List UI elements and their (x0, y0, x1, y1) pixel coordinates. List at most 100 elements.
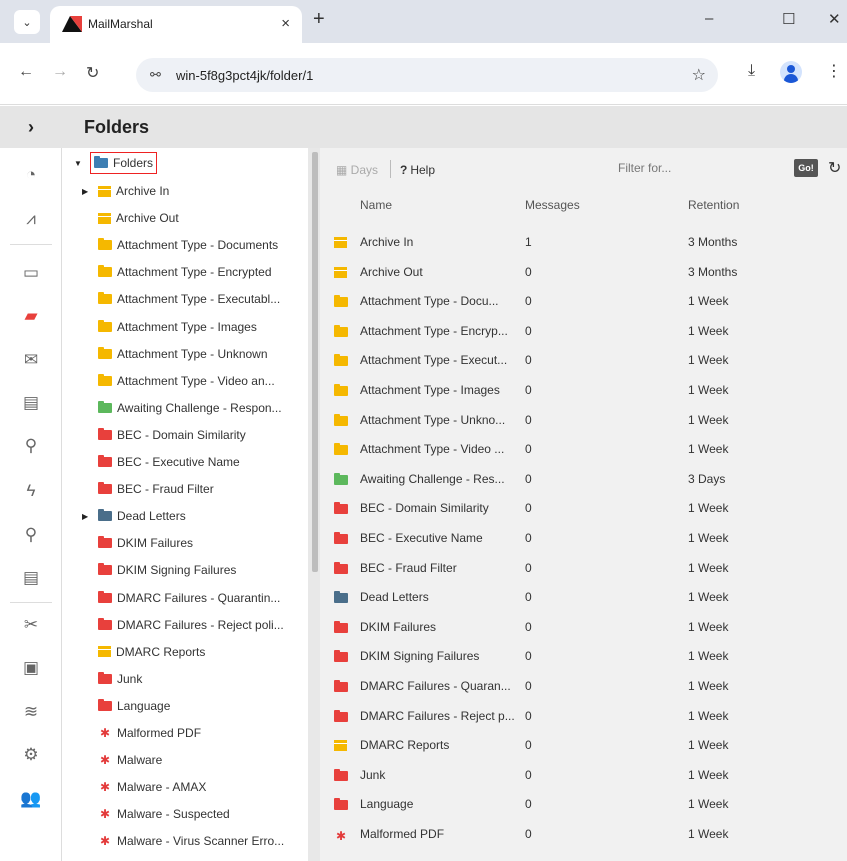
profile-avatar-icon[interactable] (780, 61, 802, 83)
table-row[interactable]: Awaiting Challenge - Res... 0 3 Days (320, 464, 847, 493)
table-row[interactable]: BEC - Executive Name 0 1 Week (320, 523, 847, 552)
browser-menu-icon[interactable]: ⋮ (826, 61, 842, 81)
tree-item[interactable]: Awaiting Challenge - Respon... (82, 395, 282, 421)
tree-expand-toggle-icon[interactable]: ▼ (74, 159, 86, 168)
document-icon[interactable]: ▤ (0, 388, 62, 418)
tree-item[interactable]: BEC - Domain Similarity (82, 422, 246, 448)
tree-item[interactable]: ✱ Malformed PDF (82, 720, 201, 746)
folders-icon[interactable]: ▰ (0, 301, 62, 331)
layers-icon[interactable]: ≋ (0, 697, 62, 727)
cell-name: Archive In (360, 235, 414, 249)
tree-item[interactable]: Junk (82, 666, 142, 692)
table-row[interactable]: DMARC Failures - Quaran... 0 1 Week (320, 671, 847, 700)
drive-icon[interactable]: ▭ (0, 258, 62, 288)
table-row[interactable]: Junk 0 1 Week (320, 760, 847, 789)
tree-item[interactable]: DKIM Failures (82, 530, 193, 556)
table-row[interactable]: Attachment Type - Encryp... 0 1 Week (320, 316, 847, 345)
tree-item[interactable]: DMARC Reports (82, 639, 205, 665)
table-row[interactable]: Attachment Type - Execut... 0 1 Week (320, 345, 847, 374)
table-row[interactable]: DKIM Failures 0 1 Week (320, 612, 847, 641)
maximize-button[interactable]: ☐ (782, 10, 795, 28)
tools-icon[interactable]: ✂ (0, 610, 62, 640)
tree-item[interactable]: DKIM Signing Failures (82, 557, 236, 583)
browser-tab[interactable]: MailMarshal × (50, 6, 302, 43)
table-row[interactable]: Language 0 1 Week (320, 789, 847, 818)
briefcase-icon[interactable]: ▣ (0, 653, 62, 683)
tree-item[interactable]: Attachment Type - Video an... (82, 368, 275, 394)
tree-item[interactable]: Attachment Type - Documents (82, 232, 278, 258)
table-row[interactable]: Attachment Type - Unkno... 0 1 Week (320, 405, 847, 434)
close-window-button[interactable]: ✕ (828, 10, 841, 28)
cell-messages: 0 (525, 264, 532, 279)
tree-root-selected[interactable]: Folders (90, 152, 158, 174)
tree-root-folders[interactable]: ▼ Folders (74, 150, 158, 176)
column-header-messages[interactable]: Messages (525, 198, 580, 212)
new-tab-button[interactable]: + (313, 8, 325, 31)
tree-item[interactable]: ✱ Malware - Suspected (82, 801, 230, 827)
column-header-retention[interactable]: Retention (688, 198, 739, 212)
tree-item[interactable]: ✱ Malware - Virus Scanner Erro... (82, 828, 284, 854)
table-row[interactable]: Attachment Type - Video ... 0 1 Week (320, 434, 847, 463)
lightning-icon[interactable]: ϟ (0, 476, 62, 506)
folder-icon (98, 455, 112, 467)
gears-icon[interactable]: ⚙ (0, 740, 62, 770)
table-row[interactable]: Attachment Type - Images 0 1 Week (320, 375, 847, 404)
days-button[interactable]: ▦ Days (336, 163, 378, 177)
document-icon-2[interactable]: ▤ (0, 563, 62, 593)
reports-chart-icon[interactable]: ⩘ (0, 204, 62, 234)
minimize-button[interactable]: – (705, 10, 713, 27)
table-row[interactable]: DMARC Reports 0 1 Week (320, 730, 847, 759)
tree-item-label: DMARC Reports (116, 644, 206, 659)
tree-item[interactable]: Attachment Type - Images (82, 314, 257, 340)
users-icon[interactable]: 👥 (0, 784, 62, 814)
tree-expand-toggle-icon[interactable]: ▶ (82, 512, 94, 521)
tree-item[interactable]: Attachment Type - Executabl... (82, 286, 280, 312)
tree-item[interactable]: Attachment Type - Unknown (82, 341, 268, 367)
search-icon-2[interactable]: ⚲ (0, 520, 62, 550)
sidebar-toggle-chevron-icon[interactable]: › (0, 106, 62, 148)
tree-item[interactable]: DMARC Failures - Quarantin... (82, 585, 280, 611)
panel-splitter[interactable] (308, 148, 320, 861)
bookmark-star-icon[interactable]: ☆ (692, 65, 706, 85)
help-button[interactable]: ? Help (400, 163, 435, 177)
tree-item[interactable]: BEC - Fraud Filter (82, 476, 214, 502)
address-bar[interactable]: ⚯ win-5f8g3pct4jk/folder/1 ☆ (136, 58, 718, 92)
forward-icon[interactable]: → (52, 63, 68, 81)
tree-scrollbar-thumb[interactable] (312, 152, 318, 572)
table-row[interactable]: BEC - Domain Similarity 0 1 Week (320, 493, 847, 522)
tree-item[interactable]: BEC - Executive Name (82, 449, 240, 475)
table-row[interactable]: Archive In 1 3 Months (320, 227, 847, 256)
refresh-icon[interactable]: ↻ (828, 158, 841, 178)
url-text[interactable]: win-5f8g3pct4jk/folder/1 (176, 68, 313, 83)
tree-item[interactable]: Attachment Type - Encrypted (82, 259, 272, 285)
dashboard-icon[interactable]: ◔ (0, 160, 62, 190)
cell-retention: 1 Week (688, 383, 729, 397)
tree-item[interactable]: ▶ Dead Letters (82, 503, 186, 529)
tree-expand-toggle-icon[interactable]: ▶ (82, 187, 94, 196)
search-icon[interactable]: ⚲ (0, 431, 62, 461)
column-header-name[interactable]: Name (360, 198, 392, 212)
table-row[interactable]: DMARC Failures - Reject p... 0 1 Week (320, 701, 847, 730)
table-row[interactable]: BEC - Fraud Filter 0 1 Week (320, 553, 847, 582)
mail-icon[interactable]: ✉ (0, 345, 62, 375)
table-row[interactable]: Attachment Type - Docu... 0 1 Week (320, 286, 847, 315)
tree-item[interactable]: Archive Out (82, 205, 179, 231)
table-row[interactable]: ✱ Malformed PDF 0 1 Week (320, 819, 847, 848)
table-row[interactable]: DKIM Signing Failures 0 1 Week (320, 641, 847, 670)
table-row[interactable]: Archive Out 0 3 Months (320, 257, 847, 286)
download-icon[interactable]: ⤓ (748, 62, 755, 80)
tab-close-icon[interactable]: × (281, 15, 290, 32)
filter-input[interactable] (612, 156, 792, 180)
go-button[interactable]: Go! (794, 159, 818, 177)
tree-item[interactable]: ✱ Malware (82, 747, 162, 773)
reload-icon[interactable]: ↻ (86, 63, 99, 83)
tab-search-chevron-icon[interactable]: ⌄ (14, 10, 40, 34)
table-row[interactable]: Dead Letters 0 1 Week (320, 582, 847, 611)
tree-item[interactable]: ▶ Archive In (82, 178, 169, 204)
tree-item[interactable]: ✱ Malware - AMAX (82, 774, 206, 800)
site-settings-icon[interactable]: ⚯ (150, 67, 161, 83)
folder-icon (334, 502, 348, 515)
tree-item[interactable]: Language (82, 693, 170, 719)
tree-item[interactable]: DMARC Failures - Reject poli... (82, 612, 284, 638)
back-icon[interactable]: ← (18, 63, 34, 81)
